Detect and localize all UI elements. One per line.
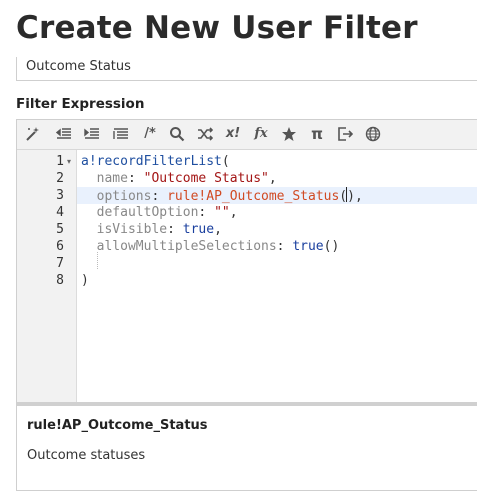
code-token: ), xyxy=(347,189,363,204)
filter-name-value: Outcome Status xyxy=(26,59,131,74)
export-icon[interactable] xyxy=(335,124,355,144)
doc-rule-name: rule!AP_Outcome_Status xyxy=(27,418,208,433)
line-number: 4 xyxy=(56,205,64,220)
filter-name-input[interactable]: Outcome Status xyxy=(16,57,477,81)
indent-guide xyxy=(97,252,99,269)
code-line[interactable]: allowMultipleSelections: true() xyxy=(77,238,477,255)
code-area[interactable]: a!recordFilterList( name: "Outcome Statu… xyxy=(77,150,477,402)
globe-icon[interactable] xyxy=(363,124,383,144)
code-token: , xyxy=(268,171,277,186)
code-token: a!recordFilterList xyxy=(81,154,222,169)
filter-expression-label: Filter Expression xyxy=(16,96,145,112)
not-glyph: x! xyxy=(225,126,241,141)
shuffle-icon[interactable] xyxy=(195,124,215,144)
not-icon[interactable]: x! xyxy=(223,124,243,144)
code-token: true xyxy=(292,239,324,254)
search-icon[interactable] xyxy=(167,124,187,144)
line-number: 1 xyxy=(56,154,64,169)
code-token: defaultOption xyxy=(96,205,199,220)
line-number: 5 xyxy=(56,222,64,237)
line-number: 8 xyxy=(56,273,64,288)
doc-rule-description: Outcome statuses xyxy=(27,448,146,463)
code-token: name xyxy=(96,171,128,186)
code-line[interactable] xyxy=(77,255,477,272)
code-token: , xyxy=(229,205,238,220)
align-icon[interactable] xyxy=(111,124,131,144)
outdent-icon[interactable] xyxy=(54,124,74,144)
indent-icon[interactable] xyxy=(82,124,102,144)
code-token: allowMultipleSelections xyxy=(96,239,277,254)
code-line[interactable]: defaultOption: "", xyxy=(77,204,477,221)
editor-toolbar: /* x! fx π xyxy=(17,120,477,150)
code-token: rule!AP_Outcome_Status xyxy=(167,189,340,204)
code-line[interactable]: ) xyxy=(77,272,477,289)
code-token: , xyxy=(214,222,222,237)
star-icon[interactable] xyxy=(279,124,299,144)
line-number: 7 xyxy=(56,256,64,271)
code-line[interactable]: isVisible: true, xyxy=(77,221,477,238)
comment-icon[interactable]: /* xyxy=(140,124,160,144)
line-number: 2 xyxy=(56,171,64,186)
code-line[interactable]: options: rule!AP_Outcome_Status(), xyxy=(77,187,477,204)
function-glyph: fx xyxy=(254,126,268,141)
function-icon[interactable]: fx xyxy=(251,124,271,144)
code-token: ( xyxy=(221,154,230,169)
code-token: ) xyxy=(81,273,89,288)
expression-editor[interactable]: /* x! fx π 1 ▾ 2 3 4 5 6 7 8 a!recordFilterList(… xyxy=(16,119,477,491)
code-token: : xyxy=(151,189,168,204)
comment-glyph: /* xyxy=(144,126,156,141)
code-token: isVisible xyxy=(96,222,168,237)
code-token: : xyxy=(127,171,144,186)
documentation-panel: rule!AP_Outcome_Status Outcome statuses xyxy=(17,402,477,490)
code-token: : xyxy=(276,239,293,254)
line-number-gutter: 1 ▾ 2 3 4 5 6 7 8 xyxy=(17,150,77,402)
page-title: Create New User Filter xyxy=(16,10,418,46)
code-line[interactable]: a!recordFilterList( xyxy=(77,153,477,170)
code-token: options xyxy=(96,189,152,204)
pi-icon[interactable]: π xyxy=(307,124,327,144)
code-token: : xyxy=(167,222,183,237)
line-number: 3 xyxy=(56,188,64,203)
pi-glyph: π xyxy=(311,125,323,143)
code-token: : xyxy=(198,205,215,220)
code-token: () xyxy=(323,239,340,254)
line-number: 6 xyxy=(56,239,64,254)
code-token: true xyxy=(182,222,215,237)
magic-wand-icon[interactable] xyxy=(23,124,43,144)
code-token: "Outcome Status" xyxy=(143,171,269,186)
code-line[interactable]: name: "Outcome Status", xyxy=(77,170,477,187)
code-token: "" xyxy=(214,205,230,220)
fold-toggle-icon[interactable]: ▾ xyxy=(67,157,71,166)
